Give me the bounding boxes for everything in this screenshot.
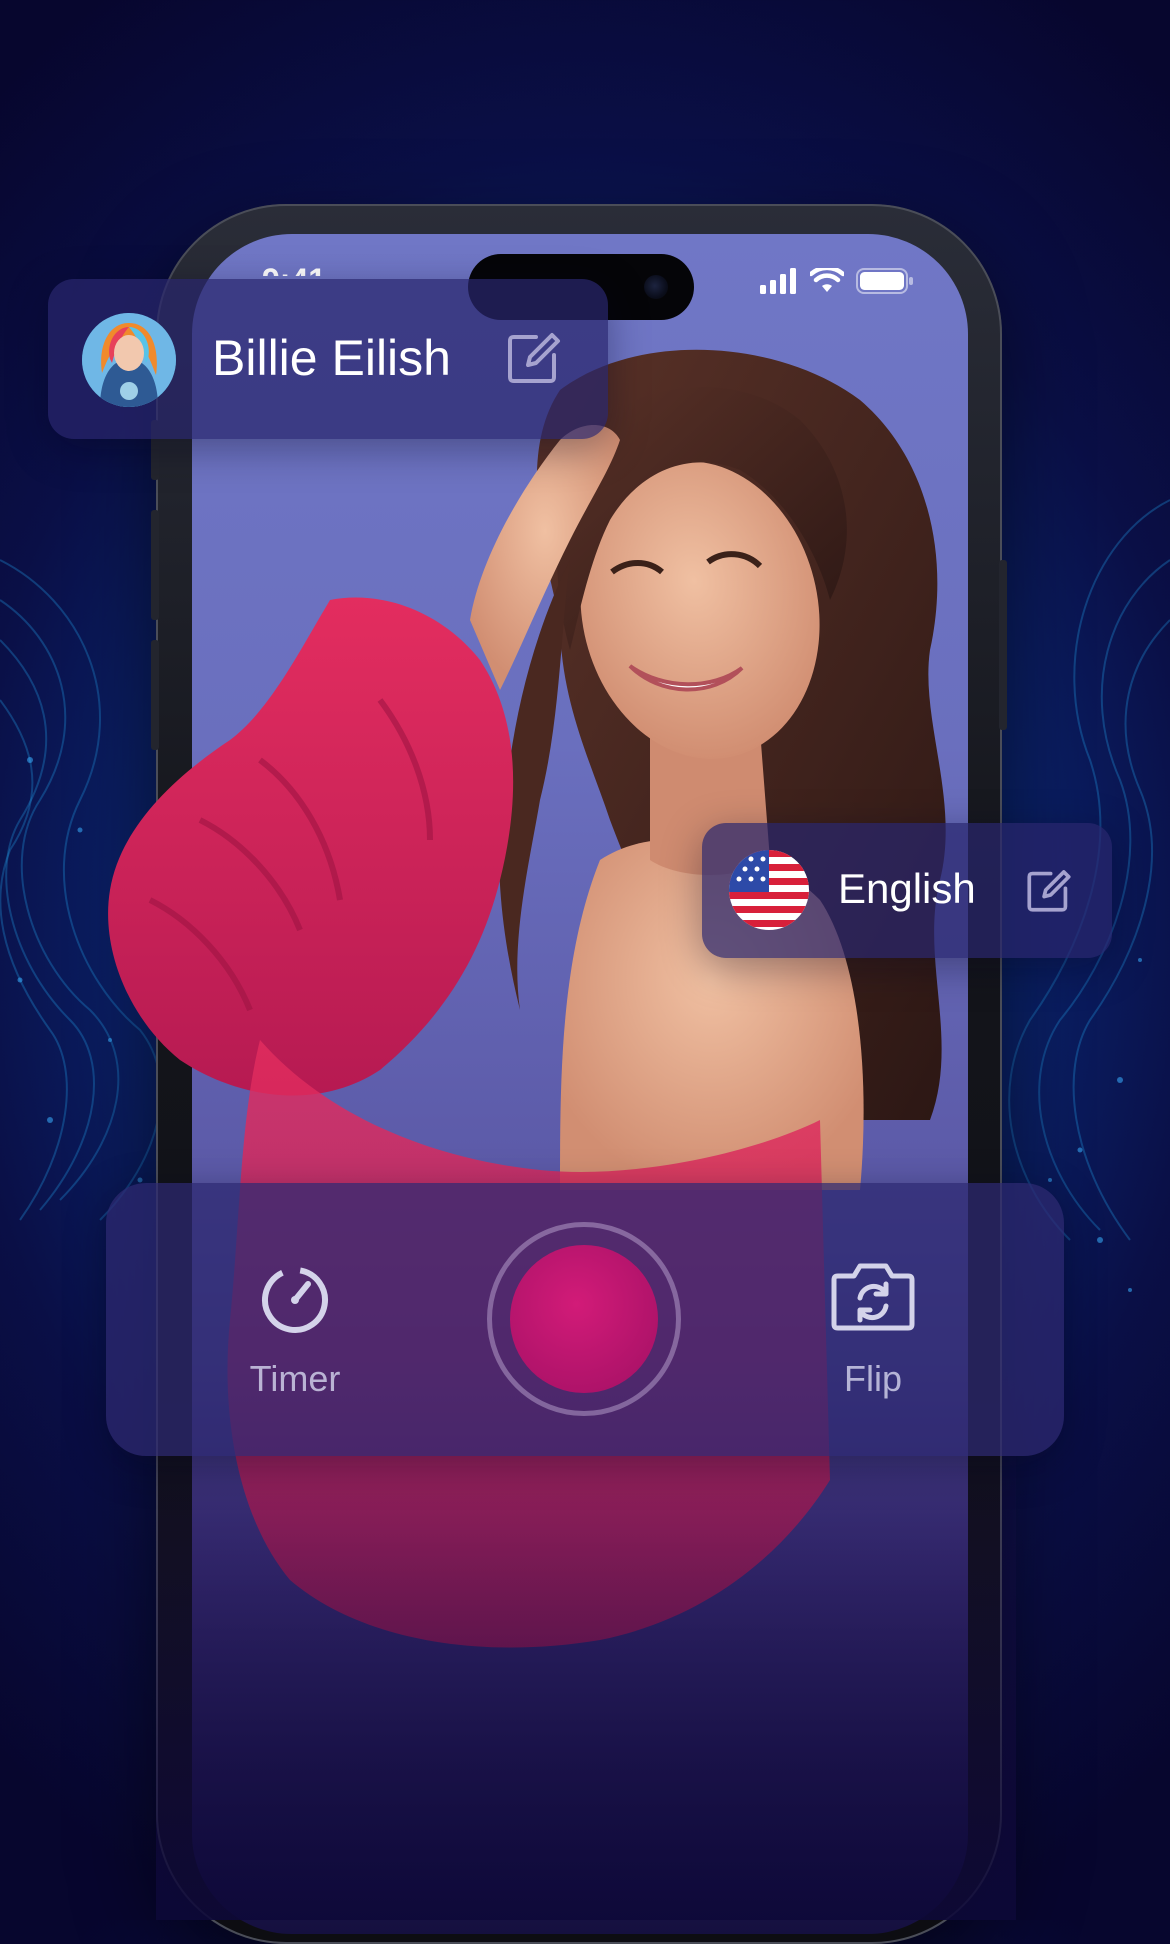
signal-icon <box>760 268 796 294</box>
us-flag-icon <box>729 850 809 930</box>
language-label: English <box>838 865 976 912</box>
phone-power-button <box>999 560 1007 730</box>
avatar <box>82 313 176 407</box>
timer-icon[interactable] <box>256 1258 334 1336</box>
battery-icon <box>856 268 913 294</box>
camera-preview <box>192 234 968 1934</box>
phone-volume-down <box>151 640 159 750</box>
phone-volume-up <box>151 510 159 620</box>
status-icons <box>760 268 914 294</box>
front-camera-icon <box>644 275 668 299</box>
edit-icon[interactable] <box>1026 867 1072 913</box>
language-card[interactable]: English <box>702 823 1112 958</box>
avatar-image <box>82 313 176 407</box>
profile-name: Billie Eilish <box>212 330 451 386</box>
flip-label[interactable]: Flip <box>773 1358 973 1400</box>
wifi-icon <box>810 268 844 292</box>
profile-card[interactable]: Billie Eilish <box>48 279 608 439</box>
camera-flip-icon[interactable] <box>830 1260 916 1332</box>
timer-label[interactable]: Timer <box>195 1358 395 1400</box>
record-button[interactable] <box>510 1245 658 1393</box>
edit-icon[interactable] <box>506 329 562 385</box>
